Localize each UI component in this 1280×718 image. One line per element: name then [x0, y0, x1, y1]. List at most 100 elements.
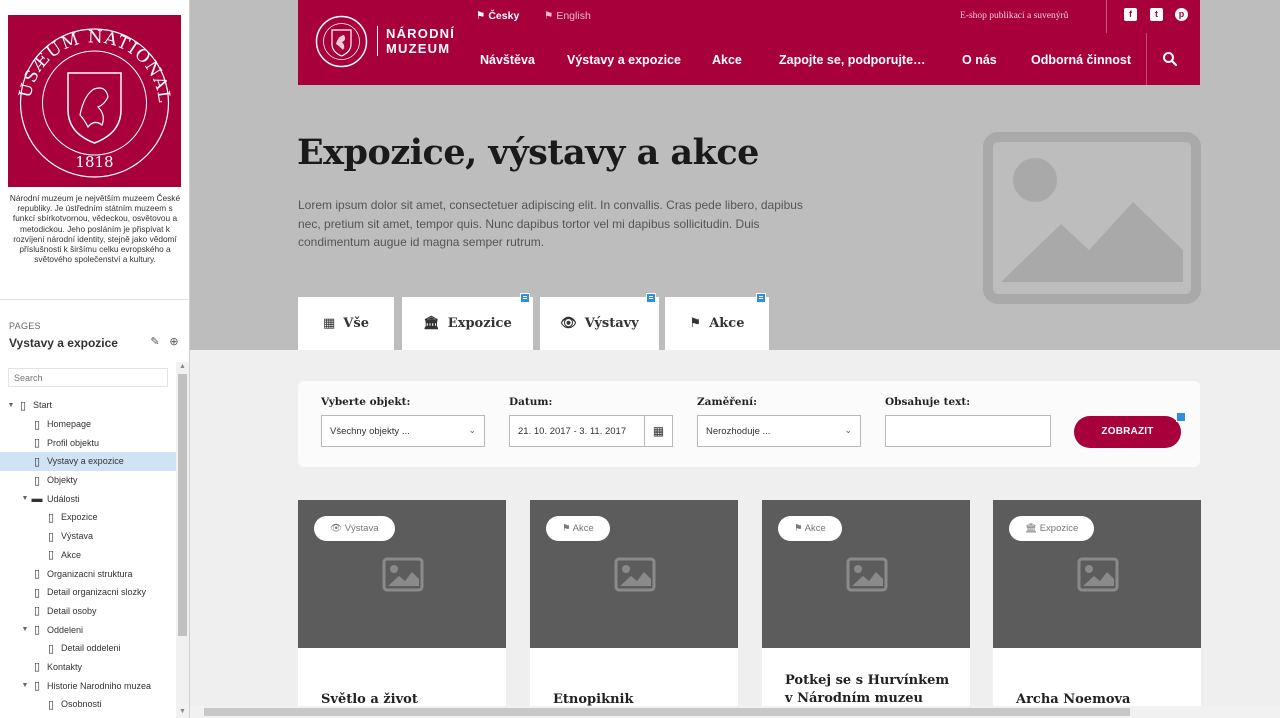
search-icon[interactable] [1162, 51, 1178, 67]
flag-icon: ⚑ [476, 10, 486, 22]
brand-logo[interactable]: NÁRODNÍ MUZEUM [314, 14, 464, 70]
tree-item[interactable]: ▯ Kontakty [0, 658, 176, 677]
tab-akce[interactable]: ⚑ Akce [665, 293, 769, 350]
lang-english-link[interactable]: ⚑ English [544, 10, 591, 22]
tag-icon: ⚑ [689, 316, 702, 331]
nav-item-o-nas[interactable]: O nás [962, 53, 997, 67]
edit-marker-icon[interactable] [1176, 412, 1186, 422]
nav-item-akce[interactable]: Akce [712, 53, 742, 67]
scroll-down-icon[interactable]: ▼ [179, 708, 186, 715]
page-icon: ▯ [33, 455, 41, 468]
page-icon: ▯ [47, 698, 55, 711]
horizontal-scrollbar[interactable] [190, 706, 1280, 718]
tree-item[interactable]: ▯ Profil objektu [0, 433, 176, 452]
tree-item-label: Osobnosti [61, 699, 102, 710]
museum-icon: 🏛 [423, 316, 440, 331]
tree-item-label: Homepage [47, 419, 92, 430]
tree-item[interactable]: ▼ ▯ Historie Narodniho muzea [0, 676, 176, 695]
event-card[interactable]: ⚑ Akce Potkej se s Hurvínkem v Národním … [762, 500, 970, 718]
tree-item[interactable]: ▯ Detail osoby [0, 602, 176, 621]
nav-item-odborna[interactable]: Odborná činnost [1031, 53, 1131, 67]
sidebar-scrollbar[interactable]: ▲ ▼ [176, 362, 189, 718]
calendar-icon[interactable]: ▦ [644, 416, 672, 446]
edit-marker-icon[interactable] [520, 293, 530, 303]
chevron-down-icon[interactable]: ▼ [20, 495, 30, 502]
nav-item-vystavy[interactable]: Výstavy a expozice [567, 53, 681, 67]
card-title[interactable]: Potkej se s Hurvínkem v Národním muzeu [785, 672, 955, 708]
tab-all[interactable]: ▦ Vše [298, 297, 394, 350]
scroll-thumb[interactable] [204, 708, 1130, 716]
tree-item-label: Start [33, 400, 53, 411]
facebook-icon[interactable]: f [1124, 8, 1137, 21]
lang-czech-link[interactable]: ⚑ Česky [476, 10, 519, 22]
tree-item-label: Detail oddeleni [61, 643, 121, 654]
tree-item[interactable]: ▯ Detail oddeleni [0, 639, 176, 658]
focus-select[interactable]: Nerozhoduje ... ⌄ [697, 415, 861, 447]
brand-divider [377, 26, 378, 56]
image-placeholder-icon [1077, 557, 1119, 592]
card-image: 🏛 Expozice [993, 500, 1201, 648]
page-icon: ▯ [33, 586, 41, 599]
page-intro: Lorem ipsum dolor sit amet, consectetuer… [298, 198, 803, 249]
scroll-up-icon[interactable]: ▲ [179, 363, 186, 370]
edit-page-icon[interactable]: ✎ [149, 336, 161, 348]
eye-icon: 👁 [560, 316, 577, 331]
tab-vystavy[interactable]: 👁 Výstavy [540, 293, 659, 350]
event-card[interactable]: ⚑ Akce Etnopiknik [530, 500, 738, 718]
tree-item[interactable]: ▯ Osobnosti [0, 695, 176, 714]
chevron-down-icon[interactable]: ▼ [6, 402, 16, 409]
tree-item[interactable]: ▯ Organizacni struktura [0, 564, 176, 583]
current-page-title: Vystavy a expozice [9, 336, 118, 350]
chevron-down-icon[interactable]: ▼ [20, 626, 30, 633]
pages-search-input[interactable] [8, 368, 168, 387]
event-card[interactable]: 👁 Výstava Světlo a život [298, 500, 506, 718]
chevron-down-icon: ⌄ [468, 425, 476, 435]
nav-item-zapojte[interactable]: Zapojte se, podporujte… [779, 53, 926, 67]
site-header: NÁRODNÍ MUZEUM ⚑ Česky ⚑ English E-shop … [298, 0, 1200, 85]
main-nav: Návštěva Výstavy a expozice Akce Zapojte… [466, 33, 1200, 85]
tree-item-label: Detail osoby [47, 605, 97, 616]
edit-marker-icon[interactable] [646, 293, 656, 303]
pinterest-icon[interactable]: p [1175, 8, 1188, 21]
tab-expozice[interactable]: 🏛 Expozice [402, 293, 533, 350]
tree-item[interactable]: ▯ Vystavy a expozice [0, 452, 176, 471]
tree-item[interactable]: ▯ Homepage [0, 415, 176, 434]
page-icon: ▯ [33, 605, 41, 618]
tree-item[interactable]: ▼ ▯ Oddeleni [0, 620, 176, 639]
category-badge: 🏛 Expozice [1009, 516, 1095, 541]
page-icon: ▯ [33, 437, 41, 450]
scroll-thumb[interactable] [178, 374, 187, 636]
chevron-down-icon: ⌄ [844, 425, 852, 435]
chevron-down-icon[interactable]: ▼ [20, 682, 30, 689]
page-tree: ▼ ▯ Start ▯ Homepage ▯ Profil objektu ▯ Vystavy … [0, 396, 176, 714]
tree-item[interactable]: ▼ ▬ Události [0, 489, 176, 508]
svg-text:1818: 1818 [75, 153, 113, 171]
page-icon: ▯ [33, 474, 41, 487]
tag-icon: ⚑ [794, 523, 803, 534]
eshop-link[interactable]: E-shop publikací a suvenýrů [960, 11, 1068, 21]
show-results-button[interactable]: ZOBRAZIT [1074, 416, 1181, 448]
tree-item[interactable]: ▯ Detail organizacni slozky [0, 583, 176, 602]
museum-description: Národní muzeum je největším muzeem České… [9, 193, 181, 265]
tree-item-label: Expozice [61, 512, 98, 523]
event-card[interactable]: 🏛 Expozice Archa Noemova [993, 500, 1201, 718]
brand-name: NÁRODNÍ MUZEUM [386, 26, 456, 56]
page-icon: ▯ [33, 568, 41, 581]
tree-item-label: Profil objektu [47, 437, 100, 448]
text-search-input[interactable] [885, 415, 1051, 447]
add-page-icon[interactable]: ⊕ [168, 336, 180, 348]
object-select[interactable]: Všechny objekty ... ⌄ [321, 415, 485, 447]
tree-item[interactable]: ▯ Expozice [0, 508, 176, 527]
tree-item-label: Vystavy a expozice [47, 456, 124, 467]
tree-item-label: Detail organizacni slozky [47, 587, 147, 598]
nav-item-navsteva[interactable]: Návštěva [480, 53, 535, 67]
twitter-icon[interactable]: t [1150, 8, 1163, 21]
page-icon: ▯ [47, 549, 55, 562]
date-range-field[interactable]: 21. 10. 2017 - 3. 11. 2017 ▦ [509, 415, 673, 447]
tree-item-label: Historie Narodniho muzea [47, 680, 152, 691]
edit-marker-icon[interactable] [756, 293, 766, 303]
tree-item[interactable]: ▯ Akce [0, 546, 176, 565]
tree-item[interactable]: ▼ ▯ Start [0, 396, 176, 415]
tree-item[interactable]: ▯ Objekty [0, 471, 176, 490]
tree-item[interactable]: ▯ Výstava [0, 527, 176, 546]
